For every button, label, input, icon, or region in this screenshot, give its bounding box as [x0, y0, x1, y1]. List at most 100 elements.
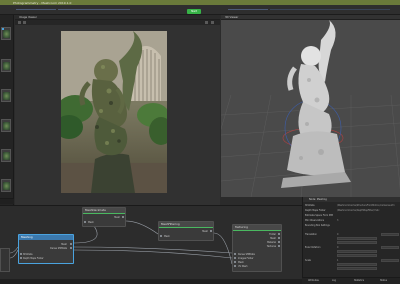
input-port[interactable] [234, 253, 236, 255]
attribute-value[interactable]: 3 [337, 219, 399, 222]
node-texturing-label: Texturing [235, 225, 248, 229]
input-port[interactable] [234, 257, 236, 259]
number-field[interactable] [381, 246, 399, 249]
port-mesh-in: Mesh [88, 221, 94, 224]
input-port[interactable] [20, 253, 22, 255]
node-offscreen[interactable] [0, 248, 10, 272]
port-material: Material [267, 241, 276, 244]
port-mesh-out: Mesh [270, 237, 276, 240]
port-uv-mesh: UV Mesh [238, 265, 248, 268]
node-meshdecimate-label: MeshDecimate [85, 208, 106, 212]
attribute-editor-header: Node: Meshing [303, 197, 400, 202]
progress-line-right [228, 9, 268, 10]
tab-status[interactable]: Status [380, 279, 387, 282]
attribute-label: SfmData [305, 204, 315, 207]
output-port[interactable] [122, 216, 124, 218]
attribute-label: Scale [305, 259, 311, 262]
slider-field[interactable] [337, 250, 377, 253]
port-mesh-out: Mesh [114, 216, 120, 219]
attribute-label: Bounding Box Settings [305, 224, 330, 227]
attribute-value[interactable]: /MeshroomCache/DepthMapFilter/7a2c [337, 209, 399, 212]
thumbnail[interactable] [1, 179, 11, 192]
node-meshing[interactable]: Meshing Mesh Dense SfMData SfmData Depth… [18, 234, 74, 264]
node-status-stripe [159, 227, 213, 228]
attribute-row[interactable]: SfmData/MeshroomCache/StructureFromMotio… [303, 204, 400, 208]
attribute-label: Translation [305, 233, 317, 236]
statue-photo [61, 31, 167, 193]
selected-marker [2, 28, 4, 30]
settings-icon[interactable] [211, 21, 214, 24]
attribute-tabs: Attributes Log Statistics Status [302, 277, 400, 284]
progress-line-far-right [270, 9, 390, 10]
thumbnail[interactable] [1, 27, 11, 40]
output-port[interactable] [210, 230, 212, 232]
port-images-folder: Images Folder [238, 257, 254, 260]
node-meshdecimate-title: MeshDecimate [83, 208, 125, 214]
port-folder: Folder [269, 233, 276, 236]
attribute-row[interactable]: Estimate Space From SfM [303, 214, 400, 218]
graph-status-bar [0, 279, 302, 284]
slider-field[interactable] [337, 241, 377, 244]
number-field[interactable] [381, 259, 399, 262]
port-mesh: Mesh [61, 243, 67, 246]
graph-editor: Meshing Mesh Dense SfMData SfmData Depth… [0, 205, 302, 284]
port-sfmdata: SfmData [23, 253, 33, 256]
attribute-row[interactable]: Depth Maps Folder/MeshroomCache/DepthMap… [303, 209, 400, 213]
node-texturing[interactable]: Texturing Folder Mesh Material Textures … [232, 224, 282, 272]
attribute-row[interactable]: Bounding Box Settings [303, 224, 400, 228]
zoom-icon[interactable] [23, 21, 26, 24]
node-meshfiltering[interactable]: MeshFiltering Mesh Mesh [158, 221, 214, 241]
metadata-icon[interactable] [205, 21, 208, 24]
node-meshfiltering-title: MeshFiltering [159, 222, 213, 228]
output-port[interactable] [278, 233, 280, 235]
input-port[interactable] [234, 261, 236, 263]
attribute-label: Min Observations [305, 219, 325, 222]
input-port[interactable] [160, 235, 162, 237]
attribute-value[interactable]: /MeshroomCache/StructureFromMotion/camer… [337, 204, 399, 207]
node-texturing-title: Texturing [233, 225, 281, 231]
port-mesh-in: Mesh [238, 261, 244, 264]
slider-field[interactable] [337, 237, 377, 240]
output-port[interactable] [278, 237, 280, 239]
image-viewer-title: Image Viewer [19, 16, 37, 19]
node-status-stripe [233, 230, 281, 231]
reconstructed-mesh[interactable] [221, 20, 400, 197]
thumbnail[interactable] [1, 119, 11, 132]
port-mesh-out: Mesh [202, 230, 208, 233]
input-port[interactable] [20, 257, 22, 259]
input-port[interactable] [234, 265, 236, 267]
output-port[interactable] [70, 243, 72, 245]
tab-statistics[interactable]: Statistics [354, 279, 364, 282]
node-meshdecimate[interactable]: MeshDecimate Mesh Mesh [82, 207, 126, 227]
attribute-row[interactable]: Min Observations 3 [303, 219, 400, 223]
attribute-label: Euler Rotation [305, 246, 321, 249]
output-port[interactable] [278, 245, 280, 247]
slider-field[interactable] [337, 267, 377, 270]
tab-log[interactable]: Log [332, 279, 336, 282]
thumbnail[interactable] [1, 59, 11, 72]
3d-viewer-title: 3D Viewer [225, 16, 239, 19]
thumbnail[interactable] [1, 89, 11, 102]
port-mesh-in: Mesh [164, 235, 170, 238]
attribute-label: Estimate Space From SfM [305, 214, 333, 217]
node-meshfiltering-label: MeshFiltering [161, 222, 180, 226]
slider-field[interactable] [337, 263, 377, 266]
number-field[interactable] [381, 233, 399, 236]
node-meshing-title: Meshing [19, 235, 73, 240]
attribute-label: Depth Maps Folder [305, 209, 326, 212]
tab-attributes[interactable]: Attributes [308, 279, 319, 282]
progress-line-left [16, 9, 56, 10]
progress-line-mid [58, 9, 130, 10]
output-port[interactable] [70, 247, 72, 249]
port-dense-sfmdata: Dense SfMData [238, 253, 255, 256]
port-dense-sfmdata: Dense SfMData [50, 247, 67, 250]
output-port[interactable] [278, 241, 280, 243]
fit-icon[interactable] [18, 21, 21, 24]
statue-photo-art [61, 31, 167, 193]
slider-field[interactable] [337, 254, 377, 257]
start-button[interactable]: Start [187, 9, 201, 14]
input-port[interactable] [84, 221, 86, 223]
attribute-editor-title: Node: Meshing [309, 198, 327, 201]
thumbnail[interactable] [1, 149, 11, 162]
gallery-status [0, 198, 14, 204]
